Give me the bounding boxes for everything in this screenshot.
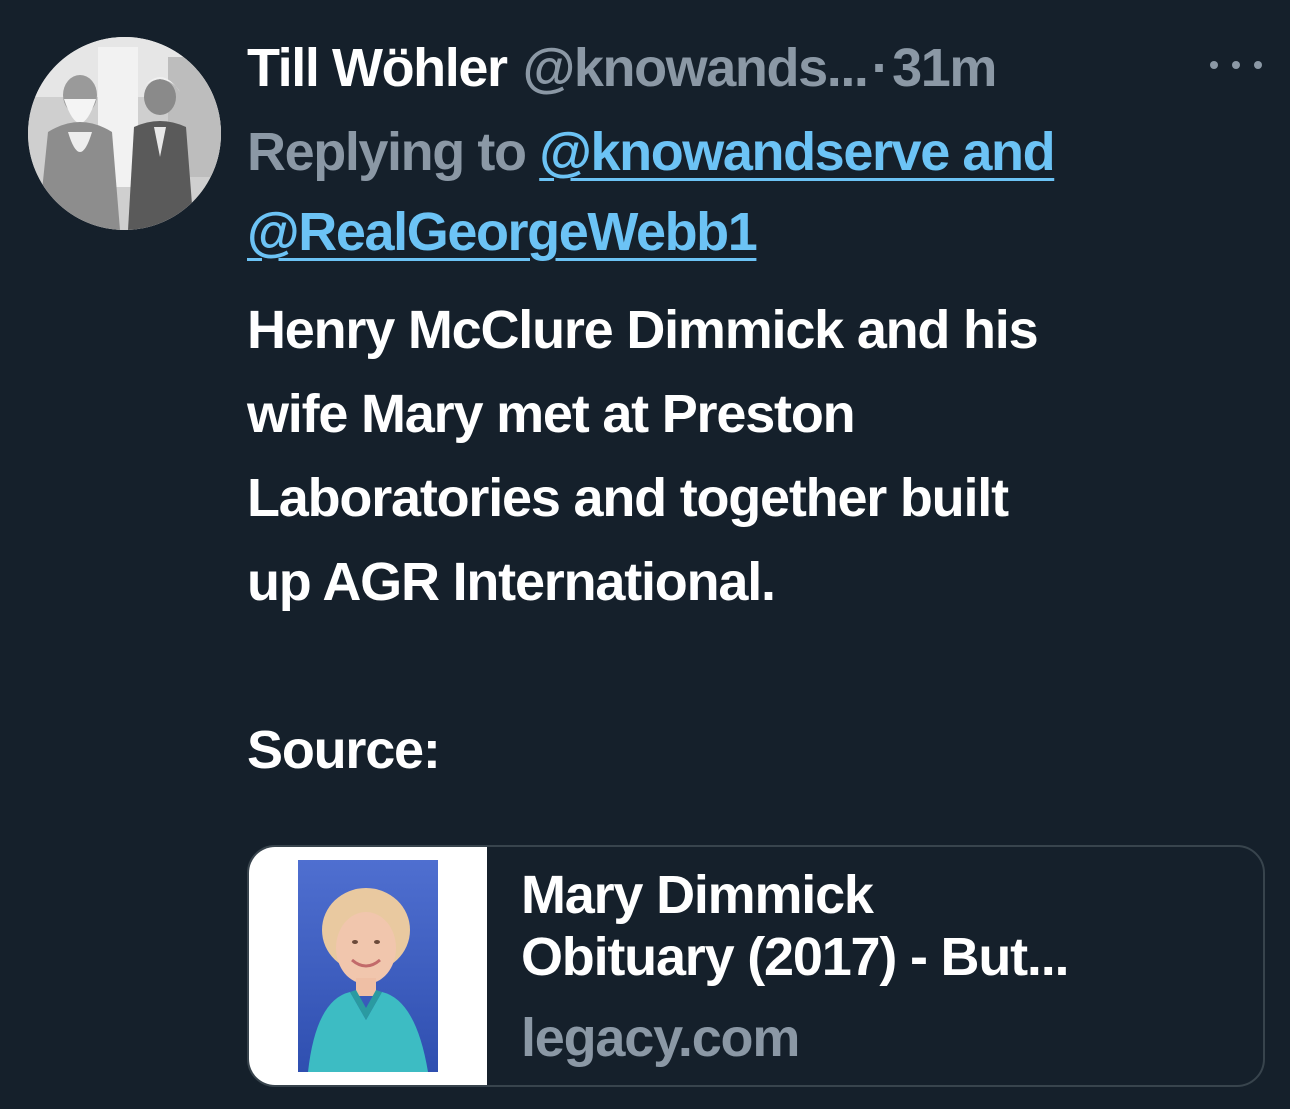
- ellipsis-icon: [1210, 61, 1218, 69]
- tweet-timestamp[interactable]: 31m: [892, 30, 997, 106]
- link-preview-info: Mary Dimmick Obituary (2017) - But... le…: [487, 847, 1221, 1085]
- link-preview-title: Mary Dimmick Obituary (2017) - But...: [521, 864, 1221, 988]
- tweet[interactable]: Till Wöhler @knowands... · 31m Replying …: [0, 0, 1290, 1109]
- link-preview-card[interactable]: Mary Dimmick Obituary (2017) - But... le…: [247, 845, 1265, 1087]
- author-handle[interactable]: @knowands...: [523, 30, 869, 106]
- author-name[interactable]: Till Wöhler: [247, 30, 508, 106]
- tweet-content: Till Wöhler @knowands... · 31m Replying …: [247, 30, 1267, 792]
- separator-dot: ·: [871, 38, 890, 98]
- obituary-portrait-image: [298, 860, 438, 1072]
- tweet-text-line: up AGR International.: [247, 552, 776, 612]
- avatar-photo: [28, 37, 221, 230]
- link-preview-domain: legacy.com: [521, 1008, 800, 1068]
- ellipsis-icon: [1254, 61, 1262, 69]
- tweet-text-line: Laboratories and together built: [247, 468, 1009, 528]
- more-options-button[interactable]: [1210, 50, 1262, 80]
- link-preview-thumbnail: [249, 847, 487, 1085]
- author-avatar[interactable]: [28, 37, 221, 230]
- replying-to: Replying to @knowandserve and @RealGeorg…: [247, 112, 1267, 272]
- replying-to-label: Replying to: [247, 122, 527, 182]
- link-preview-title-line: Mary Dimmick: [521, 865, 874, 925]
- tweet-text-line: wife Mary met at Preston: [247, 384, 856, 444]
- reply-mention-link-2[interactable]: @RealGeorgeWebb1: [247, 202, 758, 262]
- tweet-text: Henry McClure Dimmick and his wife Mary …: [247, 288, 1267, 792]
- reply-mention-link-1[interactable]: @knowandserve and: [539, 122, 1055, 182]
- ellipsis-icon: [1232, 61, 1240, 69]
- link-preview-title-line: Obituary (2017) - But...: [521, 927, 1069, 987]
- tweet-text-line: Henry McClure Dimmick and his: [247, 300, 1039, 360]
- tweet-header: Till Wöhler @knowands... · 31m: [247, 30, 1267, 106]
- source-label: Source:: [247, 720, 441, 780]
